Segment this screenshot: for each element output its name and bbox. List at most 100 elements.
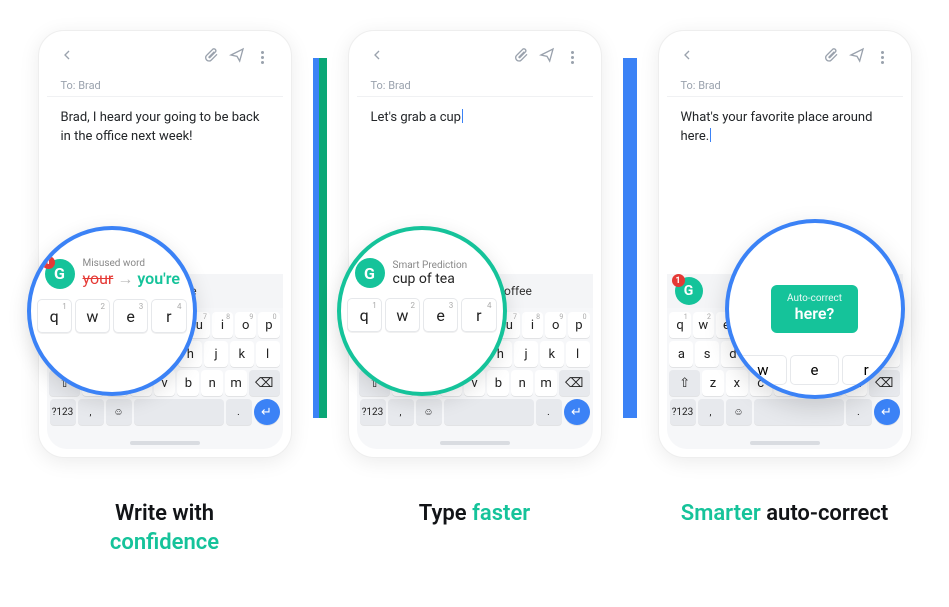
attach-icon[interactable] <box>823 47 839 67</box>
key[interactable]: l <box>256 341 280 367</box>
caption-3: Smarter auto-correct <box>645 500 925 557</box>
key[interactable]: ↵ <box>564 399 590 425</box>
to-field[interactable]: To: Brad <box>357 75 593 97</box>
key[interactable]: 8i <box>522 312 543 338</box>
message-body[interactable]: What's your favorite place around here. <box>667 97 903 159</box>
autocorrect-tooltip[interactable]: Auto-correct here? <box>771 285 858 333</box>
overflow-icon[interactable] <box>255 49 271 65</box>
caption-1: Write withconfidence <box>25 500 305 557</box>
panel-smarter-autocorrect: To: Brad What's your favorite place arou… <box>645 30 925 460</box>
key[interactable]: , <box>78 399 104 425</box>
attach-icon[interactable] <box>203 47 219 67</box>
to-field[interactable]: To: Brad <box>47 75 283 97</box>
nav-bar <box>357 39 593 75</box>
key[interactable]: ?123 <box>50 399 76 425</box>
key[interactable]: k <box>540 341 564 367</box>
back-icon[interactable] <box>679 47 695 67</box>
zoom-callout: Auto-correct here? w e r <box>725 219 905 399</box>
key[interactable]: . <box>536 399 562 425</box>
key[interactable]: ☺ <box>416 399 442 425</box>
home-indicator <box>130 441 200 445</box>
key[interactable]: j <box>204 341 228 367</box>
key[interactable]: . <box>846 399 872 425</box>
grammarly-icon: G <box>355 258 385 288</box>
key[interactable]: 1q <box>669 312 690 338</box>
key[interactable]: 4r <box>461 298 496 332</box>
key[interactable]: b <box>487 370 509 396</box>
key[interactable]: 2w <box>385 298 420 332</box>
key[interactable]: , <box>388 399 414 425</box>
key[interactable]: ☺ <box>106 399 132 425</box>
to-field[interactable]: To: Brad <box>667 75 903 97</box>
key[interactable]: r <box>842 355 891 385</box>
key[interactable]: 1q <box>37 299 72 333</box>
key[interactable]: b <box>177 370 199 396</box>
key[interactable] <box>754 399 844 425</box>
key[interactable]: . <box>226 399 252 425</box>
attach-icon[interactable] <box>513 47 529 67</box>
caption-2: Type faster <box>335 500 615 557</box>
key[interactable]: 0p <box>258 312 279 338</box>
key[interactable]: , <box>698 399 724 425</box>
key[interactable]: s <box>695 341 719 367</box>
tooltip-suggestion: here? <box>787 304 842 323</box>
key[interactable]: 1q <box>347 298 382 332</box>
send-icon[interactable] <box>539 47 555 67</box>
send-icon[interactable] <box>849 47 865 67</box>
key[interactable] <box>444 399 534 425</box>
overflow-icon[interactable] <box>875 49 891 65</box>
key[interactable]: m <box>535 370 557 396</box>
tooltip-label: Auto-correct <box>787 293 842 304</box>
callout-prediction[interactable]: cup of tea <box>393 271 468 287</box>
home-indicator <box>440 441 510 445</box>
key[interactable]: z <box>702 370 724 396</box>
key[interactable]: ↵ <box>874 399 900 425</box>
key[interactable]: m <box>225 370 247 396</box>
key[interactable]: 0p <box>568 312 589 338</box>
key[interactable]: a <box>669 341 693 367</box>
panel-type-faster: To: Brad Let's grab a cup G cup of coffe… <box>335 30 615 460</box>
callout-correction[interactable]: your→you're <box>83 269 180 289</box>
back-icon[interactable] <box>59 47 75 67</box>
key[interactable] <box>134 399 224 425</box>
message-body[interactable]: Brad, I heard your going to be back in t… <box>47 97 283 159</box>
key[interactable]: n <box>201 370 223 396</box>
key[interactable]: n <box>511 370 533 396</box>
home-indicator <box>750 441 820 445</box>
kbd-row-4: ?123,☺.↵ <box>50 399 280 425</box>
zoom-keys: 1q 2w 3e 4r <box>31 289 193 333</box>
key[interactable]: ?123 <box>670 399 696 425</box>
key[interactable]: ⌫ <box>559 370 590 396</box>
key[interactable]: ?123 <box>360 399 386 425</box>
key[interactable]: 2w <box>693 312 714 338</box>
key[interactable]: ⌫ <box>249 370 280 396</box>
phone-frame: To: Brad Let's grab a cup G cup of coffe… <box>348 30 602 458</box>
accent-bar <box>629 58 637 418</box>
key[interactable]: 3e <box>423 298 458 332</box>
key[interactable]: 8i <box>212 312 233 338</box>
overflow-icon[interactable] <box>565 49 581 65</box>
key[interactable]: e <box>790 355 839 385</box>
send-icon[interactable] <box>229 47 245 67</box>
key[interactable]: 3e <box>113 299 148 333</box>
phone-frame: To: Brad Brad, I heard your going to be … <box>38 30 292 458</box>
grammarly-icon[interactable]: G1 <box>675 277 703 305</box>
key[interactable]: 2w <box>75 299 110 333</box>
accent-bar <box>319 58 327 418</box>
key[interactable]: 4r <box>151 299 186 333</box>
key[interactable]: l <box>566 341 590 367</box>
key[interactable]: ⇧ <box>669 370 700 396</box>
key[interactable]: w <box>739 355 788 385</box>
key[interactable]: k <box>230 341 254 367</box>
key[interactable]: 9o <box>545 312 566 338</box>
key[interactable]: ↵ <box>254 399 280 425</box>
back-icon[interactable] <box>369 47 385 67</box>
phone-frame: To: Brad What's your favorite place arou… <box>658 30 912 458</box>
key[interactable]: ☺ <box>726 399 752 425</box>
panel-write-confidence: To: Brad Brad, I heard your going to be … <box>25 30 305 460</box>
message-body[interactable]: Let's grab a cup <box>357 97 593 140</box>
key[interactable]: 9o <box>235 312 256 338</box>
key[interactable]: j <box>514 341 538 367</box>
zoom-keys: w e r <box>729 355 901 385</box>
nav-bar <box>667 39 903 75</box>
